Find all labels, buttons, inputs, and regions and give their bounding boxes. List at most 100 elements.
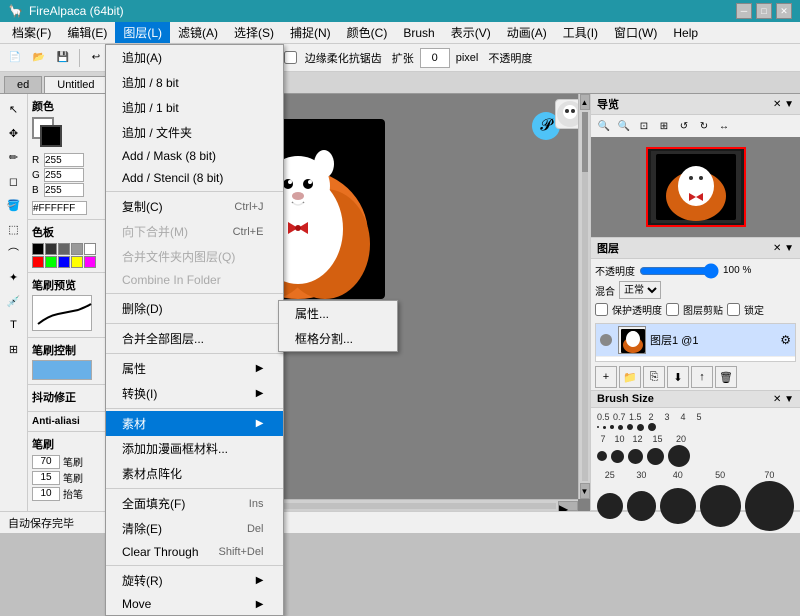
pen-size-3[interactable] (32, 487, 60, 501)
clip-checkbox[interactable] (666, 303, 679, 316)
brush-size-dot[interactable] (611, 450, 624, 463)
fill-tool[interactable]: 🪣 (3, 194, 25, 216)
delete-layer-button[interactable]: 🗑 (715, 366, 737, 388)
dd-combine-folder[interactable]: Combine In Folder (106, 269, 283, 291)
dd-merge-all[interactable]: 合并全部图层... (106, 326, 283, 351)
dd-fill[interactable]: 全面填充(F) Ins (106, 491, 283, 516)
export-layer-button[interactable]: ↑ (691, 366, 713, 388)
eyedropper-tool[interactable]: 💉 (3, 290, 25, 312)
dd-add[interactable]: 追加(A) (106, 45, 283, 70)
nav-zoom-out[interactable]: 🔍 (615, 117, 633, 135)
new-button[interactable]: 📄 (4, 47, 26, 69)
nav-rotate-cw[interactable]: ↻ (695, 117, 713, 135)
brush-size-dot[interactable] (618, 425, 623, 430)
palette-cell[interactable] (84, 256, 96, 268)
v-scroll-up[interactable]: ▲ (580, 94, 590, 110)
open-button[interactable]: 📂 (28, 47, 50, 69)
magic-wand-tool[interactable]: ✦ (3, 266, 25, 288)
dd-add-folder[interactable]: 追加 / 文件夹 (106, 120, 283, 145)
dd-clear[interactable]: 清除(E) Del (106, 516, 283, 541)
dd-add-1bit[interactable]: 追加 / 1 bit (106, 95, 283, 120)
palette-cell[interactable] (58, 243, 70, 255)
brush-size-dot[interactable] (668, 445, 690, 467)
palette-cell[interactable] (45, 243, 57, 255)
dd-add-manga[interactable]: 添加加漫画框材料... (106, 436, 283, 461)
pen-control-slider[interactable] (32, 360, 92, 380)
dd-transform[interactable]: 转换(I) ▶ (106, 381, 283, 406)
tab-ed[interactable]: ed (4, 76, 42, 93)
dd-add-stencil[interactable]: Add / Stencil (8 bit) (106, 167, 283, 189)
g-input[interactable] (44, 168, 84, 182)
add-folder-button[interactable]: 📁 (619, 366, 641, 388)
menu-select[interactable]: 选择(S) (226, 22, 282, 43)
brush-size-dot[interactable] (700, 485, 741, 527)
menu-window[interactable]: 窗口(W) (606, 22, 665, 43)
menu-color[interactable]: 颜色(C) (339, 22, 396, 43)
dd-add-mask[interactable]: Add / Mask (8 bit) (106, 145, 283, 167)
tab-untitled[interactable]: Untitled (44, 76, 107, 93)
fg-color-swatch[interactable] (40, 125, 62, 147)
layer-item[interactable]: 图层1 @1 ⚙ (596, 324, 795, 357)
dd-merge-down[interactable]: 向下合并(M) Ctrl+E (106, 219, 283, 244)
palette-cell[interactable] (32, 243, 44, 255)
palette-cell[interactable] (84, 243, 96, 255)
maximize-button[interactable]: □ (756, 3, 772, 19)
undo-button[interactable]: ↩ (85, 47, 107, 69)
brush-size-dot[interactable] (637, 424, 644, 431)
pen-size-2[interactable] (32, 471, 60, 485)
v-scroll-down[interactable]: ▼ (580, 483, 590, 499)
menu-layer[interactable]: 图层(L) (115, 22, 170, 43)
v-scroll-track[interactable] (582, 112, 588, 481)
menu-help[interactable]: Help (665, 24, 706, 42)
select-tool[interactable]: ⬚ (3, 218, 25, 240)
dd-merge-folder[interactable]: 合并文件夹内图层(Q) (106, 244, 283, 269)
r-input[interactable] (44, 153, 84, 167)
menu-view[interactable]: 表示(V) (443, 22, 499, 43)
nav-flip-h[interactable]: ↔ (715, 117, 733, 135)
layer-settings-icon[interactable]: ⚙ (780, 333, 791, 347)
text-tool[interactable]: T (3, 314, 25, 336)
h-scroll-right[interactable]: ▶ (558, 501, 578, 511)
brush-size-dot[interactable] (597, 426, 599, 428)
menu-animation[interactable]: 动画(A) (499, 22, 555, 43)
palette-cell[interactable] (32, 256, 44, 268)
dd-rasterize[interactable]: 素材点阵化 (106, 461, 283, 486)
brush-size-dot[interactable] (597, 493, 623, 519)
antialias-checkbox[interactable] (284, 51, 297, 64)
brush-size-dot[interactable] (647, 448, 664, 465)
nav-rotate-ccw[interactable]: ↺ (675, 117, 693, 135)
dd-sub-frame-split[interactable]: 框格分割... (279, 326, 397, 351)
dd-move[interactable]: Move ▶ (106, 593, 283, 615)
nav-actual[interactable]: ⊞ (655, 117, 673, 135)
brush-size-dot[interactable] (610, 425, 614, 429)
dd-copy[interactable]: 复制(C) Ctrl+J (106, 194, 283, 219)
pen-size-1[interactable] (32, 455, 60, 469)
layer-visibility-dot[interactable] (600, 334, 612, 346)
lock-checkbox[interactable] (727, 303, 740, 316)
expand-input[interactable] (420, 48, 450, 68)
brush-size-dot[interactable] (627, 491, 657, 521)
lasso-tool[interactable]: ⌒ (3, 242, 25, 264)
v-scroll-thumb[interactable] (582, 112, 588, 172)
menu-snap[interactable]: 捕捉(N) (282, 22, 339, 43)
palette-cell[interactable] (71, 256, 83, 268)
brush-size-close[interactable]: ✕ ▼ (773, 394, 794, 405)
brush-size-dot[interactable] (648, 423, 656, 431)
layers-close[interactable]: ✕ ▼ (773, 243, 794, 254)
brush-size-dot[interactable] (597, 451, 607, 461)
dd-sub-properties[interactable]: 属性... (279, 301, 397, 326)
menu-tools[interactable]: 工具(I) (555, 22, 606, 43)
dd-add-8bit[interactable]: 追加 / 8 bit (106, 70, 283, 95)
hex-input[interactable] (32, 201, 87, 215)
protect-opacity-checkbox[interactable] (595, 303, 608, 316)
brush-size-dot[interactable] (628, 449, 643, 464)
menu-filter[interactable]: 滤镜(A) (170, 22, 226, 43)
opacity-slider[interactable] (639, 264, 719, 278)
brush-size-dot[interactable] (603, 426, 606, 429)
b-input[interactable] (44, 183, 84, 197)
menu-brush[interactable]: Brush (395, 24, 442, 42)
transform-tool[interactable]: ⊞ (3, 338, 25, 360)
dd-clear-through[interactable]: Clear Through Shift+Del (106, 541, 283, 563)
palette-cell[interactable] (71, 243, 83, 255)
brush-tool active[interactable]: ✏ (3, 146, 25, 168)
